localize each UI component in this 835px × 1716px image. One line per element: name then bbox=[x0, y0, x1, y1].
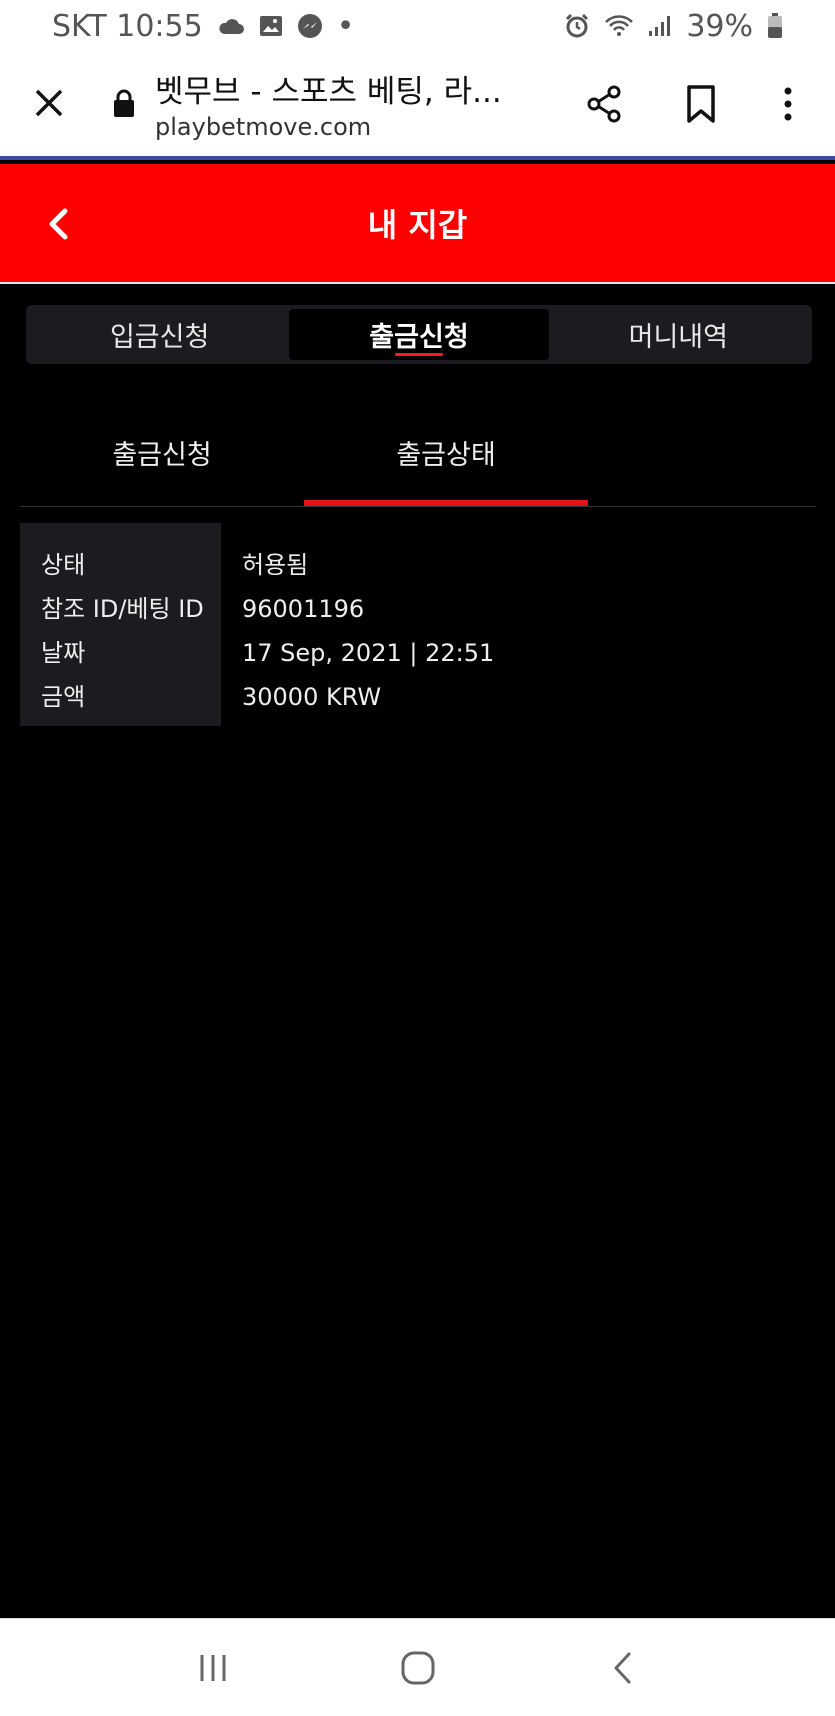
header-title: 내 지갑 bbox=[367, 206, 468, 244]
subtab-withdraw-request[interactable]: 출금신청 bbox=[20, 410, 304, 506]
close-icon bbox=[35, 89, 63, 117]
label-status: 상태 bbox=[41, 551, 86, 579]
cloud-icon bbox=[217, 16, 245, 36]
withdraw-status-table: 상태 참조 ID/베팅 ID 날짜 금액 허용됨 96001196 17 Sep… bbox=[20, 523, 816, 726]
back-button[interactable] bbox=[38, 202, 78, 246]
back-arrow-icon bbox=[614, 1652, 630, 1683]
share-button[interactable] bbox=[580, 80, 628, 128]
gallery-icon bbox=[259, 15, 283, 37]
wifi-icon bbox=[604, 14, 634, 38]
withdraw-sub-tabs: 출금신청 출금상태 bbox=[20, 410, 816, 507]
label-amount: 금액 bbox=[41, 683, 86, 711]
notification-dot: • bbox=[336, 8, 355, 44]
browser-toolbar: 벳무브 - 스포츠 베팅, 라... playbetmove.com bbox=[0, 52, 835, 160]
page-title: 벳무브 - 스포츠 베팅, 라... bbox=[155, 74, 502, 110]
detail-labels: 상태 참조 ID/베팅 ID 날짜 금액 bbox=[20, 523, 221, 726]
address-area[interactable]: 벳무브 - 스포츠 베팅, 라... playbetmove.com bbox=[155, 66, 535, 141]
system-nav-bar bbox=[0, 1618, 835, 1716]
home-button[interactable] bbox=[388, 1638, 448, 1698]
recent-apps-button[interactable] bbox=[183, 1638, 243, 1698]
label-date: 날짜 bbox=[41, 639, 86, 667]
tab-withdraw-request[interactable]: 출금신청 bbox=[289, 309, 549, 360]
status-bar: SKT 10:55 • 39% bbox=[0, 0, 835, 52]
system-back-button[interactable] bbox=[593, 1638, 653, 1698]
value-date: 17 Sep, 2021 | 22:51 bbox=[242, 639, 495, 667]
bookmark-button[interactable] bbox=[677, 80, 725, 128]
label-reference-id: 참조 ID/베팅 ID bbox=[41, 595, 204, 623]
lock-icon bbox=[112, 88, 136, 122]
bookmark-icon bbox=[687, 85, 715, 123]
status-bar-right: 39% bbox=[564, 9, 783, 44]
signal-icon bbox=[648, 15, 672, 37]
status-bar-left: SKT 10:55 • bbox=[52, 9, 354, 44]
more-vert-icon bbox=[784, 87, 792, 121]
page-url: playbetmove.com bbox=[155, 113, 372, 141]
chevron-left-icon bbox=[49, 208, 68, 240]
app-header: 내 지갑 bbox=[0, 164, 835, 284]
tab-deposit-request[interactable]: 입금신청 bbox=[30, 309, 289, 360]
wallet-tabs: 입금신청 출금신청 머니내역 bbox=[26, 305, 812, 364]
value-status: 허용됨 bbox=[242, 551, 309, 579]
battery-percent: 39% bbox=[686, 8, 753, 44]
detail-values: 허용됨 96001196 17 Sep, 2021 | 22:51 30000 … bbox=[221, 523, 816, 726]
value-reference-id: 96001196 bbox=[242, 595, 365, 623]
tab-money-history[interactable]: 머니내역 bbox=[549, 309, 808, 360]
share-icon bbox=[587, 85, 621, 123]
alarm-icon bbox=[564, 13, 590, 39]
more-menu-button[interactable] bbox=[764, 80, 812, 128]
recent-apps-icon bbox=[200, 1654, 225, 1681]
battery-icon bbox=[767, 13, 783, 39]
home-icon bbox=[401, 1651, 434, 1684]
messenger-icon bbox=[297, 13, 323, 39]
close-tab-button[interactable] bbox=[28, 82, 70, 124]
page: SKT 10:55 • 39% 벳무브 - 스포츠 베팅, 라... playb… bbox=[0, 0, 835, 1716]
value-amount: 30000 KRW bbox=[242, 683, 382, 711]
subtab-withdraw-status[interactable]: 출금상태 bbox=[304, 410, 588, 506]
carrier-time: SKT 10:55 bbox=[52, 8, 203, 44]
